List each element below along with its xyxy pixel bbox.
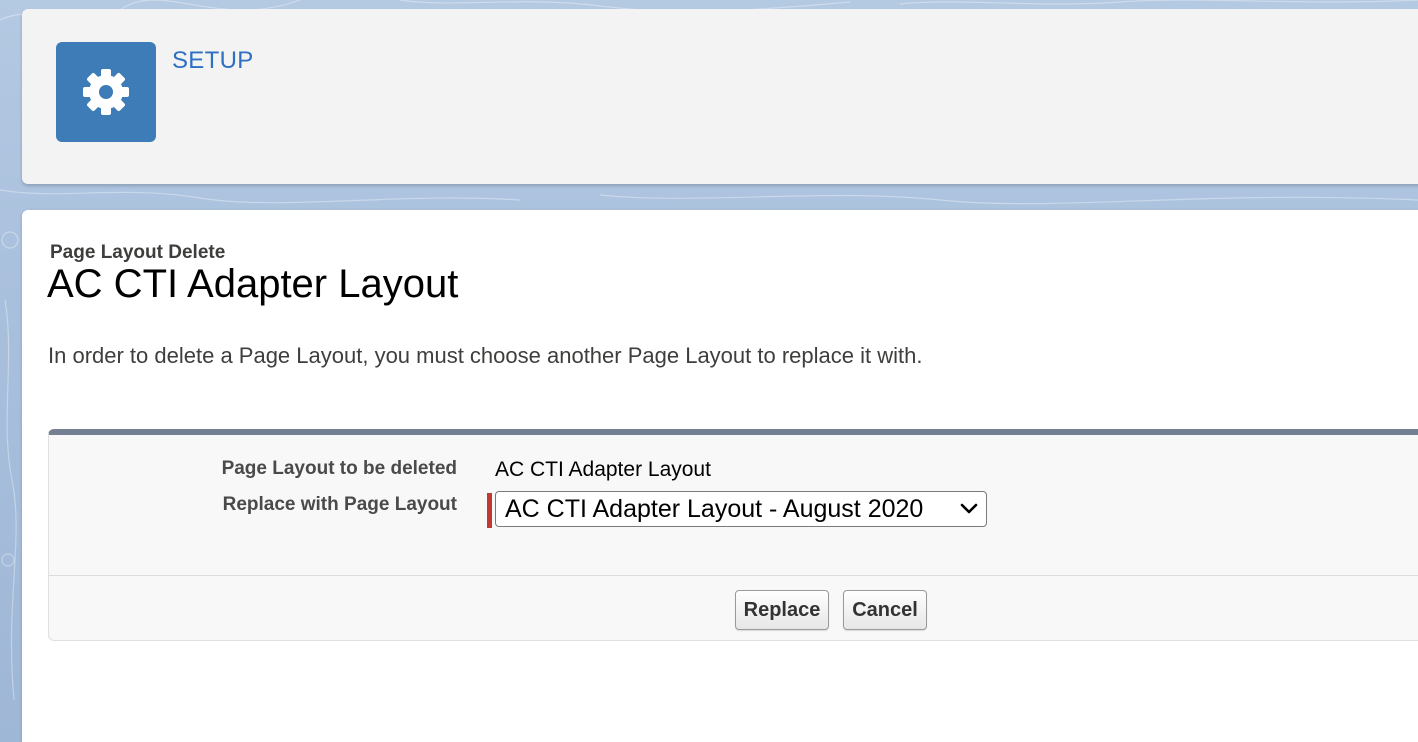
main-content: Page Layout Delete AC CTI Adapter Layout… [22,210,1418,742]
instructions-text: In order to delete a Page Layout, you mu… [48,343,923,368]
gear-icon [83,69,129,115]
deleted-layout-value: AC CTI Adapter Layout [495,458,711,481]
required-indicator [487,493,492,528]
replace-button[interactable]: Replace [735,590,829,630]
page-eyebrow: Page Layout Delete [50,242,226,263]
setup-title-link[interactable]: SETUP [172,47,254,75]
setup-icon-tile[interactable] [56,42,156,142]
replace-layout-selected-value: AC CTI Adapter Layout - August 2020 [505,494,924,523]
replace-layout-form: Page Layout to be deleted AC CTI Adapter… [48,429,1418,641]
deleted-layout-label: Page Layout to be deleted [221,458,457,479]
setup-header: SETUP [22,9,1418,184]
replace-layout-label: Replace with Page Layout [222,494,457,515]
chevron-down-icon [960,503,978,514]
replace-layout-select[interactable]: AC CTI Adapter Layout - August 2020 [495,491,987,527]
cancel-button[interactable]: Cancel [843,590,927,630]
form-divider [49,575,1418,576]
page-title: AC CTI Adapter Layout [47,262,459,306]
